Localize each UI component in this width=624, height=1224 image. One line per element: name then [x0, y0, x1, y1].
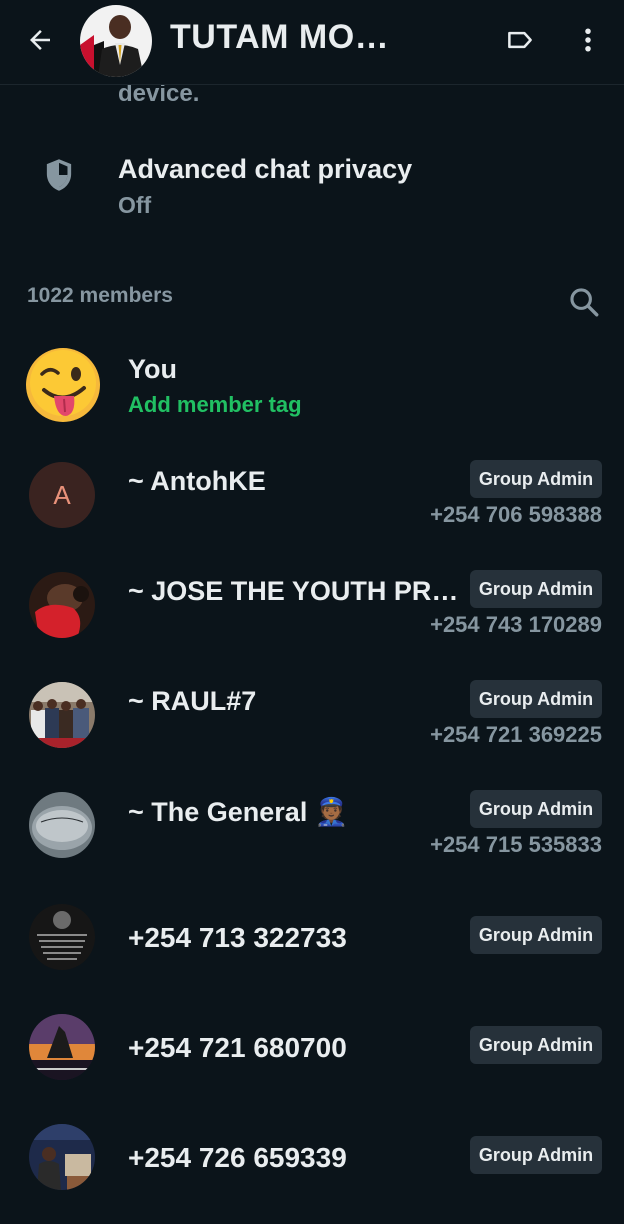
members-count: 1022 members: [27, 284, 173, 307]
group-avatar[interactable]: [80, 5, 152, 77]
list-item-antohke[interactable]: A ~ AntohKE Group Admin +254 706 598388: [0, 460, 624, 560]
member-name: +254 726 659339: [128, 1142, 347, 1173]
member-name: ~ The General 👮🏾: [128, 797, 349, 827]
member-phone: +254 743 170289: [430, 612, 602, 637]
list-item-254726659339[interactable]: +254 726 659339 Group Admin: [0, 1124, 624, 1224]
member-name: ~ JOSE THE YOUTH PR…: [128, 576, 459, 606]
member-name: ~ AntohKE: [128, 466, 266, 496]
list-item-254721680700[interactable]: +254 721 680700 Group Admin: [0, 1014, 624, 1114]
avatar: [29, 1014, 95, 1080]
winking-emoji-avatar: [26, 348, 100, 422]
member-name: +254 721 680700: [128, 1032, 347, 1063]
list-item-you[interactable]: You Add member tag: [0, 346, 624, 446]
more-options-button[interactable]: [566, 18, 610, 62]
avatar: [29, 792, 95, 858]
list-item-jose[interactable]: ~ JOSE THE YOUTH PR… Group Admin +254 74…: [0, 570, 624, 670]
group-admin-badge: Group Admin: [470, 570, 602, 608]
avatar: [29, 1124, 95, 1190]
avatar: A: [29, 462, 95, 528]
member-phone: +254 715 535833: [430, 832, 602, 857]
shield-icon: [46, 159, 72, 191]
member-name: You: [128, 354, 177, 384]
list-item-254713322733[interactable]: +254 713 322733 Group Admin: [0, 904, 624, 1004]
label-icon: [508, 31, 532, 49]
app-bar: TUTAM MO…: [0, 0, 624, 85]
back-button[interactable]: [18, 18, 62, 62]
group-admin-badge: Group Admin: [470, 1026, 602, 1064]
group-admin-badge: Group Admin: [470, 460, 602, 498]
avatar: [29, 682, 95, 748]
list-item-the-general[interactable]: ~ The General 👮🏾 Group Admin +254 715 53…: [0, 790, 624, 890]
search-members-button[interactable]: [562, 280, 606, 324]
avatar: [29, 904, 95, 970]
privacy-value: Off: [118, 192, 152, 218]
group-title[interactable]: TUTAM MO…: [170, 18, 389, 57]
label-button[interactable]: [498, 18, 542, 62]
member-phone: +254 721 369225: [430, 722, 602, 747]
more-vert-icon: [585, 28, 591, 52]
privacy-title: Advanced chat privacy: [118, 154, 413, 184]
avatar: [29, 572, 95, 638]
arrow-left-icon: [30, 30, 50, 50]
list-item-raul[interactable]: ~ RAUL#7 Group Admin +254 721 369225: [0, 680, 624, 780]
member-name: +254 713 322733: [128, 922, 347, 953]
group-admin-badge: Group Admin: [470, 916, 602, 954]
group-admin-badge: Group Admin: [470, 1136, 602, 1174]
add-member-tag-link[interactable]: Add member tag: [128, 392, 302, 418]
group-admin-badge: Group Admin: [470, 680, 602, 718]
search-icon: [570, 288, 599, 317]
member-name: ~ RAUL#7: [128, 686, 257, 716]
group-admin-badge: Group Admin: [470, 790, 602, 828]
member-phone: +254 706 598388: [430, 502, 602, 527]
advanced-chat-privacy-row[interactable]: Advanced chat privacy Off: [0, 140, 624, 230]
